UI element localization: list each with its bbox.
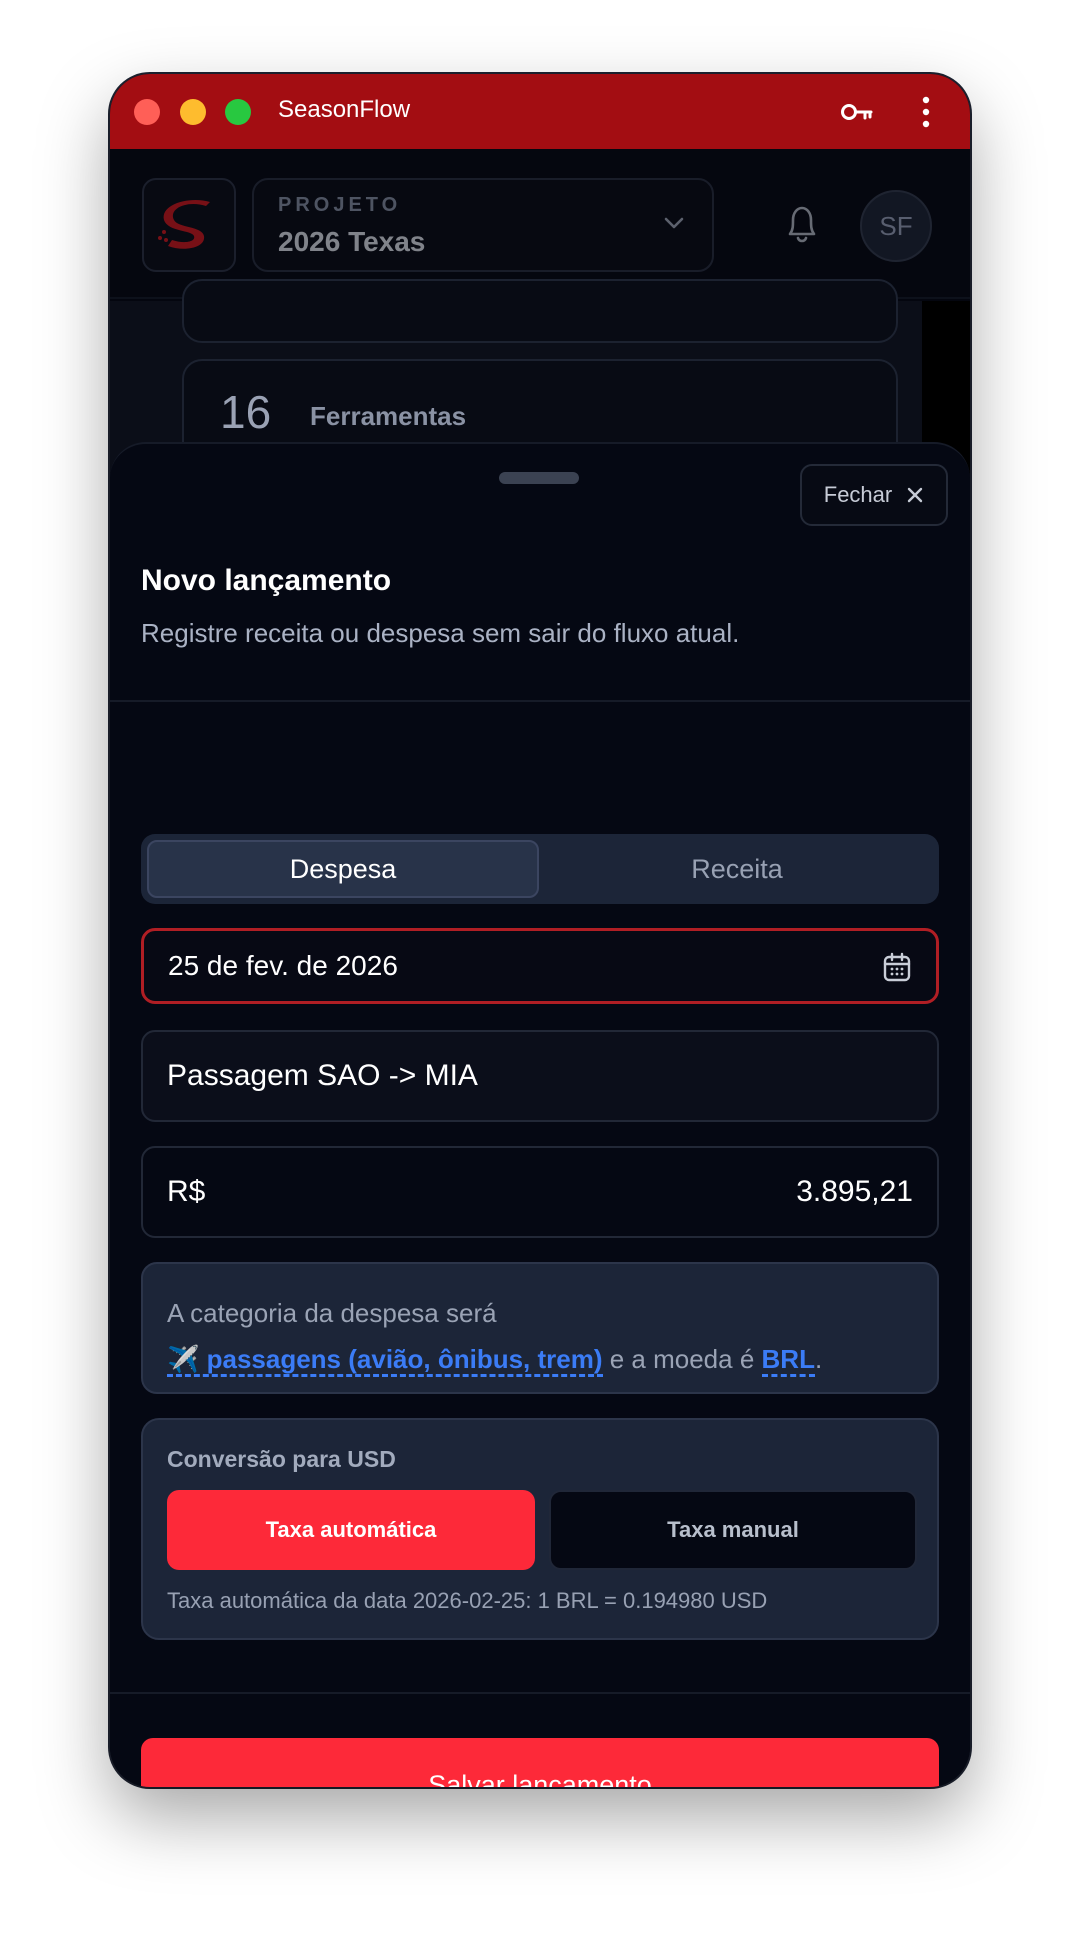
tab-despesa[interactable]: Despesa	[147, 840, 539, 898]
currency-link[interactable]: BRL	[761, 1344, 815, 1377]
category-link-label: passagens (avião, ônibus, trem)	[206, 1344, 603, 1374]
minimize-window-button[interactable]	[180, 99, 206, 125]
new-entry-sheet: Fechar Novo lançamento Registre receita …	[110, 442, 970, 1787]
divider	[110, 1692, 970, 1694]
category-info-suffix: .	[814, 1344, 823, 1374]
date-value: 25 de fev. de 2026	[168, 950, 398, 981]
close-window-button[interactable]	[134, 99, 160, 125]
airplane-icon: ✈️	[167, 1344, 200, 1374]
logo-icon	[158, 200, 210, 249]
description-field[interactable]: Passagem SAO -> MIA	[141, 1030, 939, 1122]
title-bar: SeasonFlow	[110, 74, 970, 149]
list-item[interactable]	[182, 279, 898, 343]
description-value: Passagem SAO -> MIA	[167, 1059, 478, 1092]
currency-symbol: R$	[167, 1175, 206, 1208]
zoom-window-button[interactable]	[225, 99, 251, 125]
bell-icon[interactable]	[782, 202, 822, 246]
category-info: A categoria da despesa será ✈️ passagens…	[141, 1262, 939, 1394]
category-link[interactable]: ✈️ passagens (avião, ônibus, trem)	[167, 1344, 603, 1377]
amount-field[interactable]: R$ 3.895,21	[141, 1146, 939, 1238]
sheet-drag-handle[interactable]	[499, 472, 579, 484]
close-icon	[908, 487, 923, 503]
more-options-icon[interactable]	[920, 96, 932, 128]
close-sheet-button[interactable]: Fechar	[800, 464, 948, 526]
usd-conversion-panel: Conversão para USD Taxa automática Taxa …	[141, 1418, 939, 1640]
chevron-down-icon	[664, 217, 684, 229]
list-item-number: 16	[220, 386, 272, 438]
avatar[interactable]: SF	[860, 190, 932, 262]
calendar-icon[interactable]	[882, 951, 912, 983]
key-icon[interactable]	[840, 98, 874, 126]
app-window: SeasonFlow PROJETO 2026 Texas SF 16 Ferr…	[110, 74, 970, 1787]
app-logo[interactable]	[142, 178, 236, 272]
amount-value: 3.895,21	[796, 1175, 913, 1208]
app-title: SeasonFlow	[278, 96, 411, 123]
tab-receita[interactable]: Receita	[541, 840, 933, 898]
sheet-subtitle: Registre receita ou despesa sem sair do …	[141, 618, 740, 648]
manual-rate-button[interactable]: Taxa manual	[549, 1490, 917, 1570]
divider	[110, 700, 970, 702]
conversion-note: Taxa automática da data 2026-02-25: 1 BR…	[167, 1588, 768, 1613]
sheet-title: Novo lançamento	[141, 564, 392, 597]
project-label: PROJETO	[278, 194, 402, 216]
date-field[interactable]: 25 de fev. de 2026	[141, 928, 939, 1004]
category-info-prefix: A categoria da despesa será	[167, 1298, 497, 1328]
auto-rate-button[interactable]: Taxa automática	[167, 1490, 535, 1570]
project-selector[interactable]: PROJETO 2026 Texas	[252, 178, 714, 272]
project-name: 2026 Texas	[278, 226, 426, 257]
category-info-middle: e a moeda é	[609, 1344, 755, 1374]
entry-type-toggle: Despesa Receita	[141, 834, 939, 904]
save-entry-button[interactable]: Salvar lançamento	[141, 1738, 939, 1787]
list-item-label: Ferramentas	[310, 401, 467, 431]
close-sheet-label: Fechar	[823, 482, 893, 507]
category-info-line: ✈️ passagens (avião, ônibus, trem) e a m…	[167, 1336, 913, 1382]
conversion-title: Conversão para USD	[167, 1446, 396, 1472]
